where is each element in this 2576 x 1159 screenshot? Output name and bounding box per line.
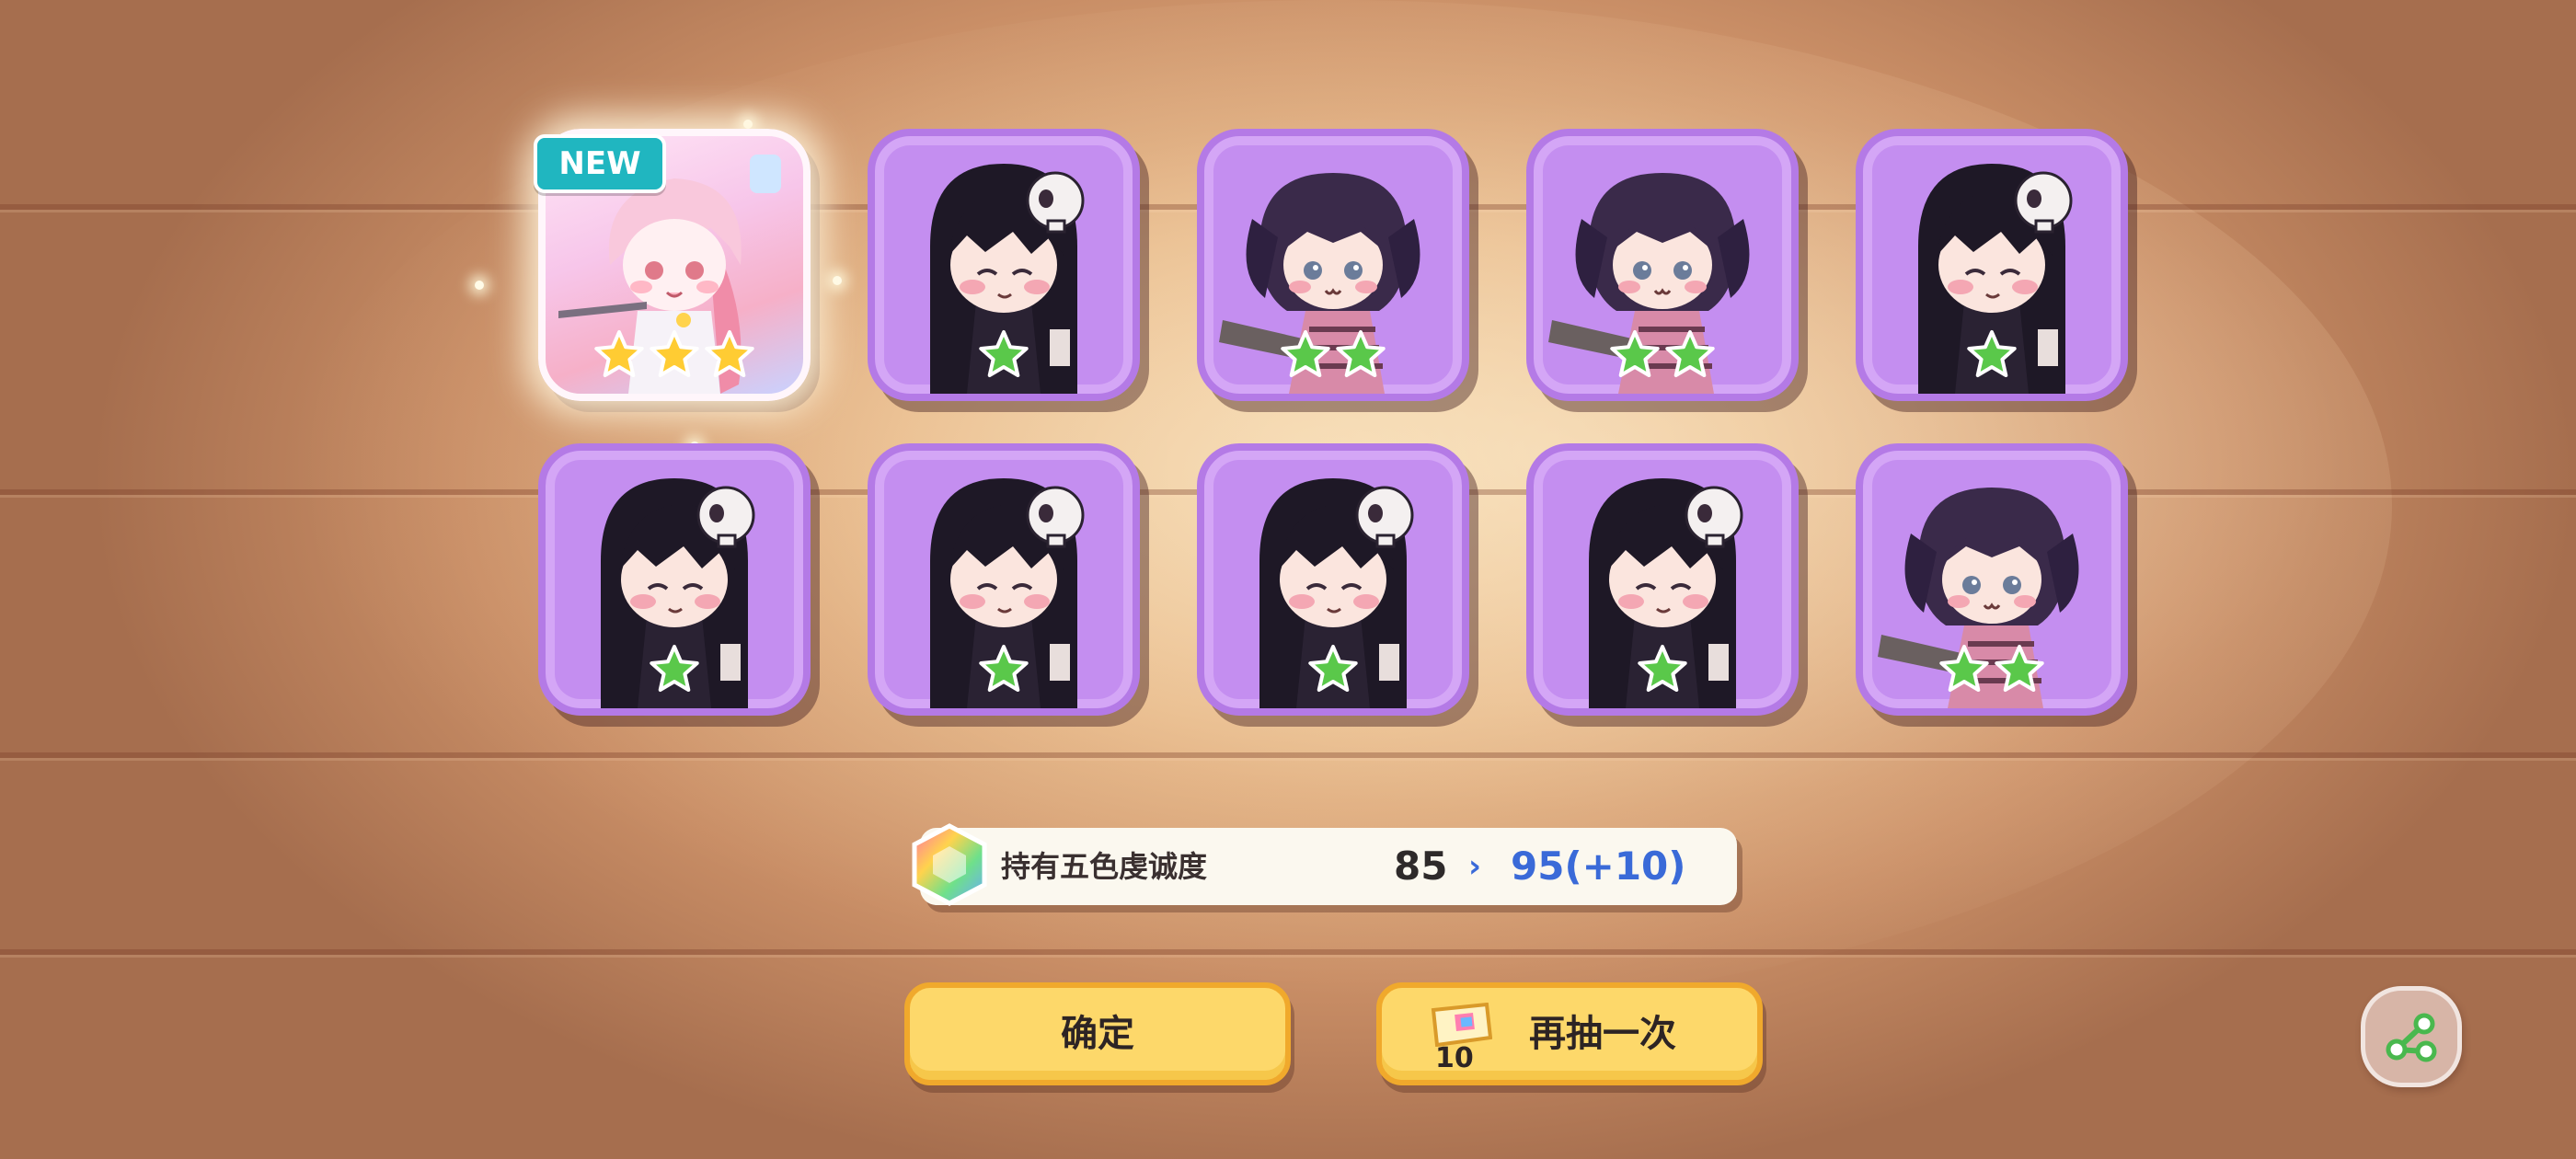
draw-ticket-icon	[1431, 1003, 1492, 1047]
devotion-bar: 持有五色虔诚度 85 › 95(+10)	[912, 823, 1737, 906]
result-card-9[interactable]	[1526, 443, 1799, 716]
plank-line	[0, 752, 2576, 758]
devotion-current-value: 85	[1394, 843, 1448, 889]
draw-again-button[interactable]: 10 再抽一次	[1376, 982, 1763, 1085]
result-card-5[interactable]	[1856, 129, 2128, 401]
result-card-6[interactable]	[538, 443, 811, 716]
rarity-stars	[875, 327, 1133, 381]
result-card-grid	[538, 129, 2132, 719]
result-card-8[interactable]	[1197, 443, 1469, 716]
result-card-2[interactable]	[868, 129, 1140, 401]
green-star-icon	[979, 645, 1029, 692]
rarity-stars	[1534, 642, 1791, 695]
green-star-icon	[979, 330, 1029, 377]
rarity-stars	[1204, 642, 1462, 695]
green-star-icon	[1308, 645, 1358, 692]
sparkle	[743, 120, 753, 129]
gold-star-icon	[650, 330, 699, 377]
ticket-count: 10	[1435, 1042, 1474, 1074]
gacha-result-screen: NEW 持有五色虔诚度 85 › 95(+10) 确定 10 再抽一次	[0, 0, 2576, 1159]
green-star-icon	[1967, 330, 2017, 377]
result-card-7[interactable]	[868, 443, 1140, 716]
devotion-next-value: 95(+10)	[1511, 843, 1686, 889]
green-star-icon	[1336, 330, 1386, 377]
green-star-icon	[650, 645, 699, 692]
green-star-icon	[1281, 330, 1330, 377]
rainbow-gem-icon	[912, 823, 987, 906]
plank-line	[0, 949, 2576, 955]
new-badge: NEW	[534, 134, 666, 193]
gold-star-icon	[594, 330, 644, 377]
rarity-stars	[1863, 327, 2121, 381]
result-card-3[interactable]	[1197, 129, 1469, 401]
rarity-stars	[875, 642, 1133, 695]
devotion-arrow: ›	[1468, 848, 1482, 885]
green-star-icon	[1638, 645, 1687, 692]
devotion-label: 持有五色虔诚度	[1001, 849, 1208, 884]
confirm-button-label: 确定	[1061, 1013, 1134, 1055]
share-button[interactable]	[2361, 986, 2462, 1087]
confirm-button[interactable]: 确定	[904, 982, 1291, 1085]
rarity-stars	[1534, 327, 1791, 381]
rarity-stars	[1863, 642, 2121, 695]
green-star-icon	[1995, 645, 2044, 692]
green-star-icon	[1939, 645, 1989, 692]
share-icon	[2386, 1013, 2437, 1062]
rarity-stars	[546, 642, 803, 695]
gold-star-icon	[705, 330, 754, 377]
result-card-4[interactable]	[1526, 129, 1799, 401]
green-star-icon	[1610, 330, 1660, 377]
draw-again-label: 再抽一次	[1529, 1013, 1676, 1055]
sparkle	[475, 281, 484, 290]
rarity-stars	[1204, 327, 1462, 381]
result-card-10[interactable]	[1856, 443, 2128, 716]
rarity-stars	[546, 327, 803, 381]
green-star-icon	[1665, 330, 1715, 377]
